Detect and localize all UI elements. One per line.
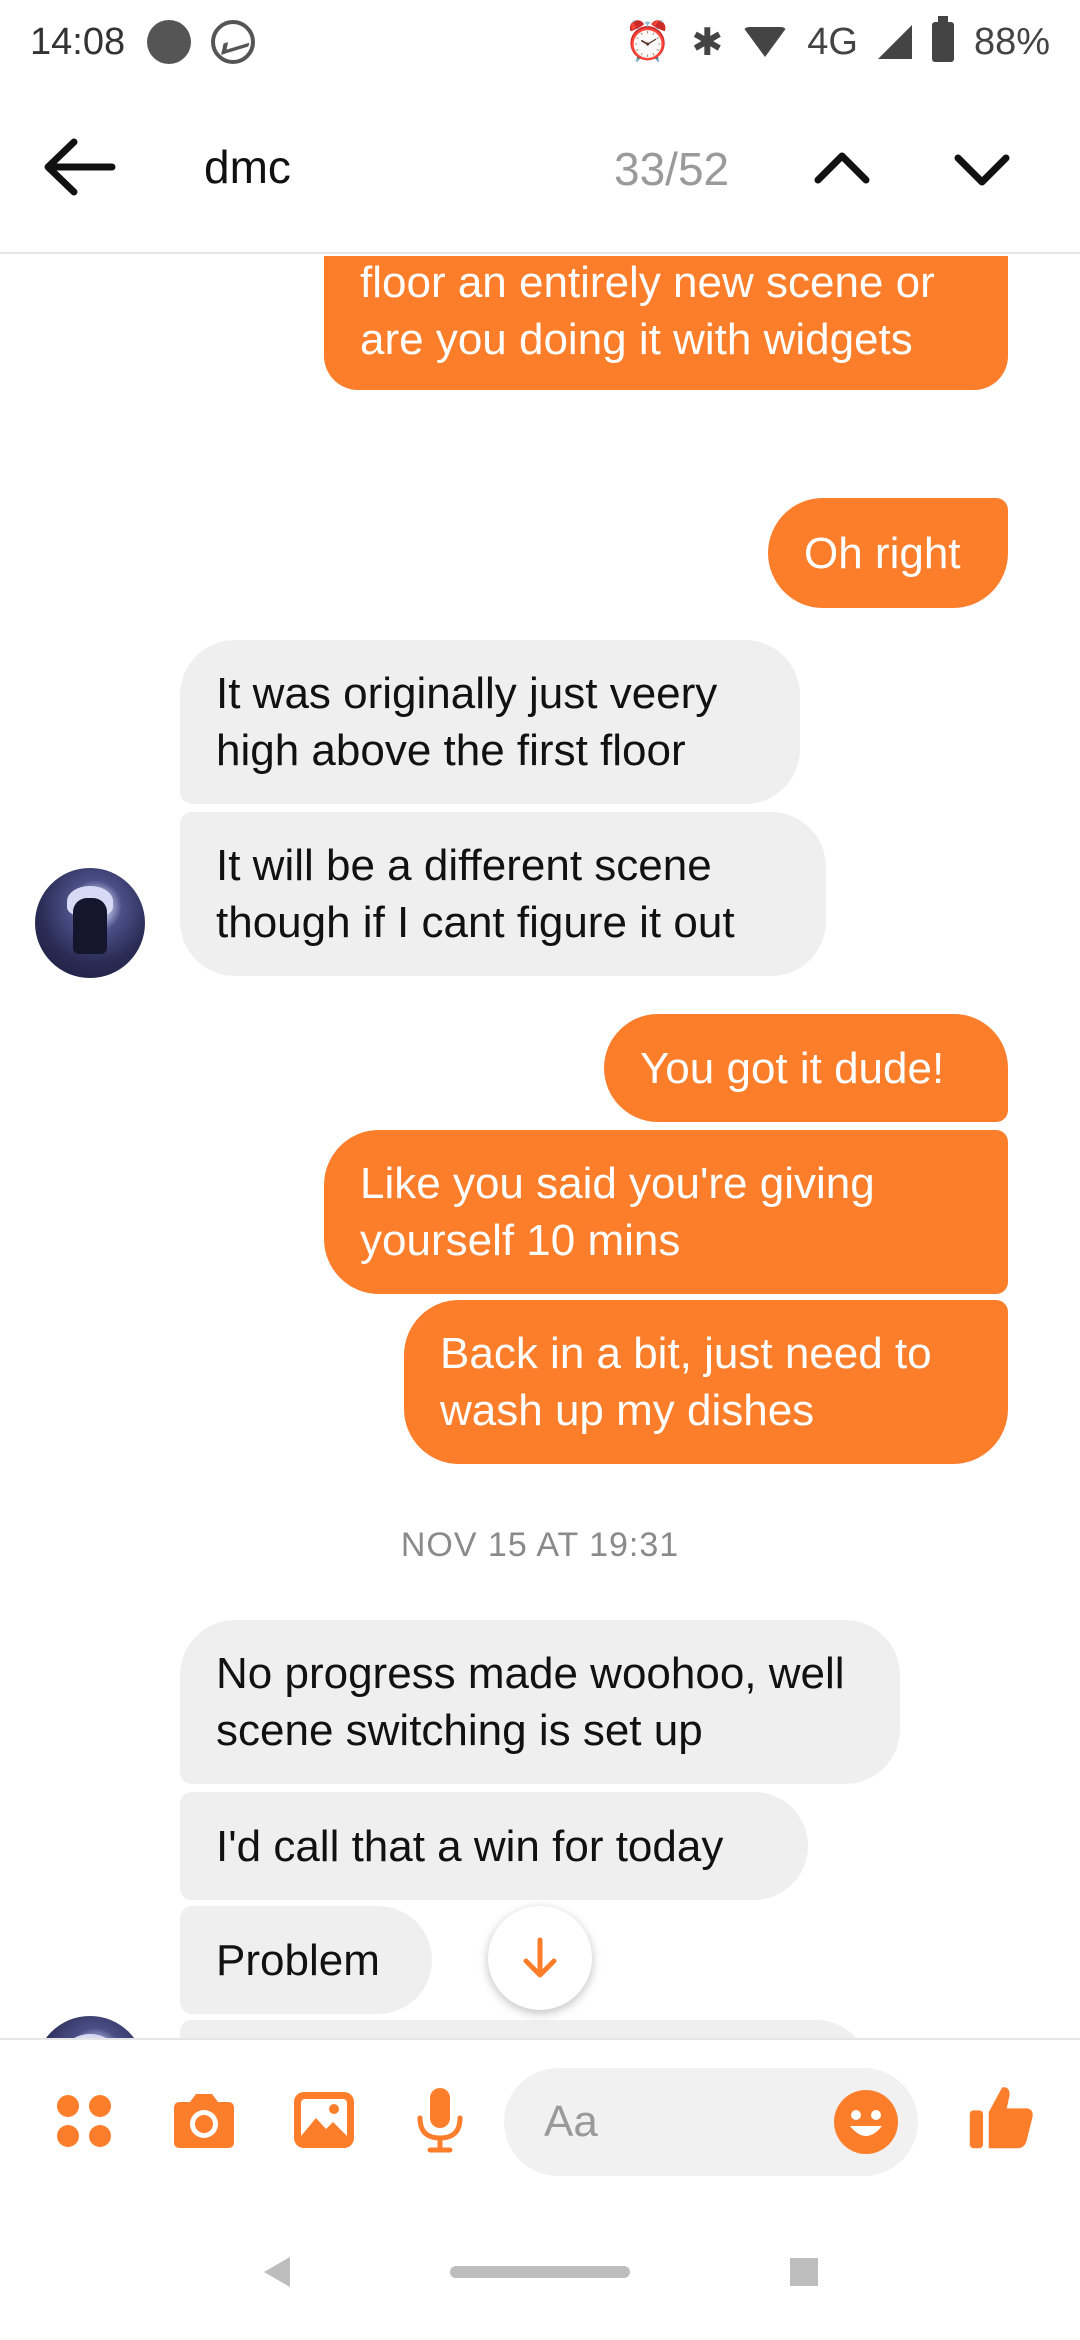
message-bubble-incoming[interactable]: I'd call that a win for today	[180, 1792, 808, 1900]
battery-icon	[931, 16, 954, 62]
messenger-screen: 14:08 ⏰ ✱ 4G 88% dmc 33/52 floor an enti…	[0, 0, 1080, 2340]
message-bubble-incoming[interactable]: It was originally just veery high above …	[180, 640, 800, 804]
message-bubble-outgoing[interactable]: Oh right	[768, 498, 1008, 608]
signal-icon	[877, 25, 912, 59]
previous-match-button[interactable]	[810, 136, 874, 200]
chevron-up-icon	[814, 152, 870, 184]
wifi-icon	[743, 27, 788, 57]
message-input[interactable]	[544, 2090, 804, 2154]
nav-back-icon[interactable]	[262, 2255, 292, 2289]
search-header: dmc 33/52	[0, 84, 1080, 254]
emoji-button[interactable]	[832, 2088, 900, 2156]
more-apps-button[interactable]	[48, 2084, 120, 2156]
alarm-icon: ⏰	[624, 21, 672, 63]
message-input-field[interactable]	[504, 2068, 918, 2176]
camera-button[interactable]	[168, 2084, 240, 2156]
message-bubble-outgoing[interactable]: Have you made the second floor an entire…	[324, 256, 1008, 390]
scroll-to-bottom-button[interactable]	[488, 1906, 592, 2010]
message-bubble-incoming[interactable]: Problem	[180, 1906, 432, 2014]
next-match-button[interactable]	[950, 136, 1014, 200]
like-button[interactable]	[966, 2080, 1042, 2156]
message-bubble-incoming[interactable]: It will be a different scene though if I…	[180, 812, 826, 976]
messenger-notification-icon	[211, 20, 256, 64]
message-bubble-incoming-partial[interactable]	[180, 2020, 870, 2038]
arrow-down-icon	[523, 1937, 557, 1978]
microphone-icon	[417, 2088, 463, 2153]
contact-avatar[interactable]	[35, 2016, 145, 2038]
back-button[interactable]	[40, 132, 120, 202]
gallery-button[interactable]	[288, 2084, 360, 2156]
bluetooth-icon: ✱	[691, 21, 724, 64]
message-bubble-outgoing[interactable]: Like you said you're giving yourself 10 …	[324, 1130, 1008, 1294]
status-bar: 14:08 ⏰ ✱ 4G 88%	[0, 0, 1080, 84]
network-type: 4G	[807, 20, 858, 63]
status-time: 14:08	[30, 20, 126, 63]
message-bubble-outgoing[interactable]: Back in a bit, just need to wash up my d…	[404, 1300, 1008, 1464]
search-term[interactable]: dmc	[204, 140, 291, 194]
smiley-icon	[834, 2090, 898, 2154]
nav-home-pill[interactable]	[450, 2266, 630, 2278]
message-composer	[0, 2038, 1080, 2200]
battery-percent: 88%	[973, 20, 1050, 63]
voice-message-button[interactable]	[404, 2084, 476, 2156]
message-bubble-outgoing[interactable]: You got it dude!	[604, 1014, 1008, 1122]
system-navigation-bar	[0, 2200, 1080, 2340]
arrow-left-icon	[44, 138, 116, 196]
contact-avatar[interactable]	[35, 868, 145, 978]
nav-recents-icon[interactable]	[790, 2258, 818, 2286]
message-bubble-incoming[interactable]: No progress made woohoo, well scene swit…	[180, 1620, 900, 1784]
notification-dot-icon	[147, 20, 192, 64]
thumbs-up-icon	[969, 2087, 1033, 2149]
message-list[interactable]: Have you made the second floor an entire…	[0, 256, 1080, 2038]
message-timestamp: NOV 15 AT 19:31	[400, 1526, 680, 1564]
match-count: 33/52	[614, 143, 730, 195]
camera-icon	[174, 2094, 234, 2148]
status-indicators: ⏰ ✱ 4G 88%	[624, 16, 1050, 65]
image-icon	[294, 2092, 354, 2148]
chevron-down-icon	[954, 154, 1010, 186]
four-dots-icon	[57, 2095, 111, 2147]
